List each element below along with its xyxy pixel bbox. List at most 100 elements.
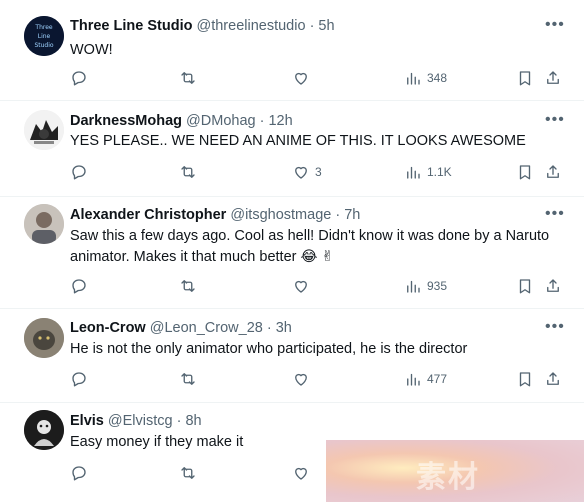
tweet-text-line: Saw this a few days ago. Cool as hell! D… [70, 228, 550, 244]
timestamp[interactable]: · 8h [177, 413, 202, 429]
avatar-image [24, 318, 64, 358]
reply-icon [72, 279, 86, 294]
avatar[interactable] [24, 110, 64, 150]
timestamp[interactable]: · 12h [260, 113, 293, 129]
reply-button[interactable] [70, 463, 93, 483]
author-handle[interactable]: @Elvistcg [108, 413, 173, 429]
bookmark-icon [519, 165, 531, 180]
watermark-text: 素材 [416, 460, 480, 495]
share-button[interactable] [544, 68, 562, 88]
tweet-text: He is not the only animator who particip… [70, 341, 468, 357]
like-button[interactable] [292, 369, 315, 389]
views-button[interactable]: 477 [404, 369, 447, 389]
more-icon[interactable]: ••• [545, 205, 565, 223]
views-icon [407, 280, 420, 293]
reply-button[interactable] [70, 369, 93, 389]
tweet-text: Saw this a few days ago. Cool as hell! D… [70, 226, 570, 268]
bookmark-icon [519, 279, 531, 294]
like-button[interactable] [292, 68, 315, 88]
views-button[interactable]: 1.1K [404, 162, 452, 182]
views-icon [407, 373, 420, 386]
tweet-header: DarknessMohag @DMohag · 12h [70, 112, 293, 130]
reply-button[interactable] [70, 276, 93, 296]
more-icon[interactable]: ••• [545, 16, 565, 34]
author-name[interactable]: DarknessMohag [70, 113, 182, 129]
bookmark-button[interactable] [516, 162, 534, 182]
views-button[interactable]: 348 [404, 68, 447, 88]
tweet-header: Alexander Christopher @itsghostmage · 7h [70, 206, 360, 224]
avatar[interactable] [24, 204, 64, 244]
author-handle[interactable]: @Leon_Crow_28 [150, 320, 263, 336]
repost-icon [181, 280, 195, 292]
reply-button[interactable] [70, 68, 93, 88]
repost-button[interactable] [179, 369, 202, 389]
avatar[interactable] [24, 410, 64, 450]
tweet-text-line: animator. Makes it that much better 😂 ✌ [70, 249, 334, 265]
svg-text:Three: Three [34, 24, 52, 31]
reply-icon [72, 466, 86, 481]
heart-icon [295, 280, 307, 293]
author-handle[interactable]: @threelinestudio [196, 18, 305, 34]
svg-text:Studio: Studio [34, 42, 53, 49]
tweet[interactable]: DarknessMohag @DMohag · 12h ••• YES PLEA… [0, 100, 584, 197]
views-count: 935 [427, 279, 448, 293]
share-icon [547, 165, 559, 178]
bookmark-button[interactable] [516, 369, 534, 389]
reply-icon [72, 165, 86, 180]
share-icon [547, 71, 559, 84]
timestamp[interactable]: · 7h [335, 207, 360, 223]
tweet-actions: 348 [70, 68, 560, 88]
tweet-header: Three Line Studio @threelinestudio · 5h [70, 17, 335, 35]
tweet[interactable]: Three Line Studio Three Line Studio @thr… [0, 0, 584, 101]
views-icon [407, 166, 420, 179]
repost-button[interactable] [179, 162, 202, 182]
views-count: 1.1K [427, 165, 452, 179]
author-name[interactable]: Alexander Christopher [70, 207, 226, 223]
views-icon [407, 72, 420, 85]
tweet[interactable]: Leon-Crow @Leon_Crow_28 · 3h ••• He is n… [0, 308, 584, 403]
heart-icon [295, 166, 307, 179]
author-name[interactable]: Three Line Studio [70, 18, 192, 34]
heart-icon [295, 72, 307, 85]
like-button[interactable] [292, 463, 315, 483]
share-icon [547, 372, 559, 385]
author-name[interactable]: Elvis [70, 413, 104, 429]
views-button[interactable]: 935 [404, 276, 447, 296]
tweet-header: Elvis @Elvistcg · 8h [70, 412, 202, 430]
avatar-image [24, 204, 64, 244]
bookmark-button[interactable] [516, 68, 534, 88]
like-count: 3 [315, 165, 322, 179]
tweet[interactable]: Alexander Christopher @itsghostmage · 7h… [0, 196, 584, 309]
like-button[interactable]: 3 [292, 162, 322, 182]
views-count: 348 [427, 71, 448, 85]
repost-button[interactable] [179, 276, 202, 296]
more-icon[interactable]: ••• [545, 318, 565, 336]
share-button[interactable] [544, 369, 562, 389]
reply-button[interactable] [70, 162, 93, 182]
bookmark-icon [519, 372, 531, 387]
repost-icon [181, 373, 195, 385]
heart-icon [295, 373, 307, 386]
avatar[interactable]: Three Line Studio [24, 16, 64, 56]
timestamp[interactable]: · 5h [310, 18, 335, 34]
repost-button[interactable] [179, 68, 202, 88]
author-handle[interactable]: @itsghostmage [230, 207, 331, 223]
repost-icon [181, 72, 195, 84]
author-handle[interactable]: @DMohag [186, 113, 256, 129]
tweet-actions: 477 [70, 369, 560, 389]
like-button[interactable] [292, 276, 315, 296]
tweet-text: YES PLEASE.. WE NEED AN ANIME OF THIS. I… [70, 133, 526, 149]
timestamp[interactable]: · 3h [267, 320, 292, 336]
svg-text:Line: Line [38, 33, 51, 40]
tweet-actions: 3 1.1K [70, 162, 560, 182]
author-name[interactable]: Leon-Crow [70, 320, 146, 336]
share-button[interactable] [544, 276, 562, 296]
more-icon[interactable]: ••• [545, 111, 565, 129]
views-count: 477 [427, 372, 448, 386]
share-icon [547, 279, 559, 292]
bookmark-button[interactable] [516, 276, 534, 296]
avatar[interactable] [24, 318, 64, 358]
reply-icon [72, 372, 86, 387]
share-button[interactable] [544, 162, 562, 182]
repost-button[interactable] [179, 463, 202, 483]
